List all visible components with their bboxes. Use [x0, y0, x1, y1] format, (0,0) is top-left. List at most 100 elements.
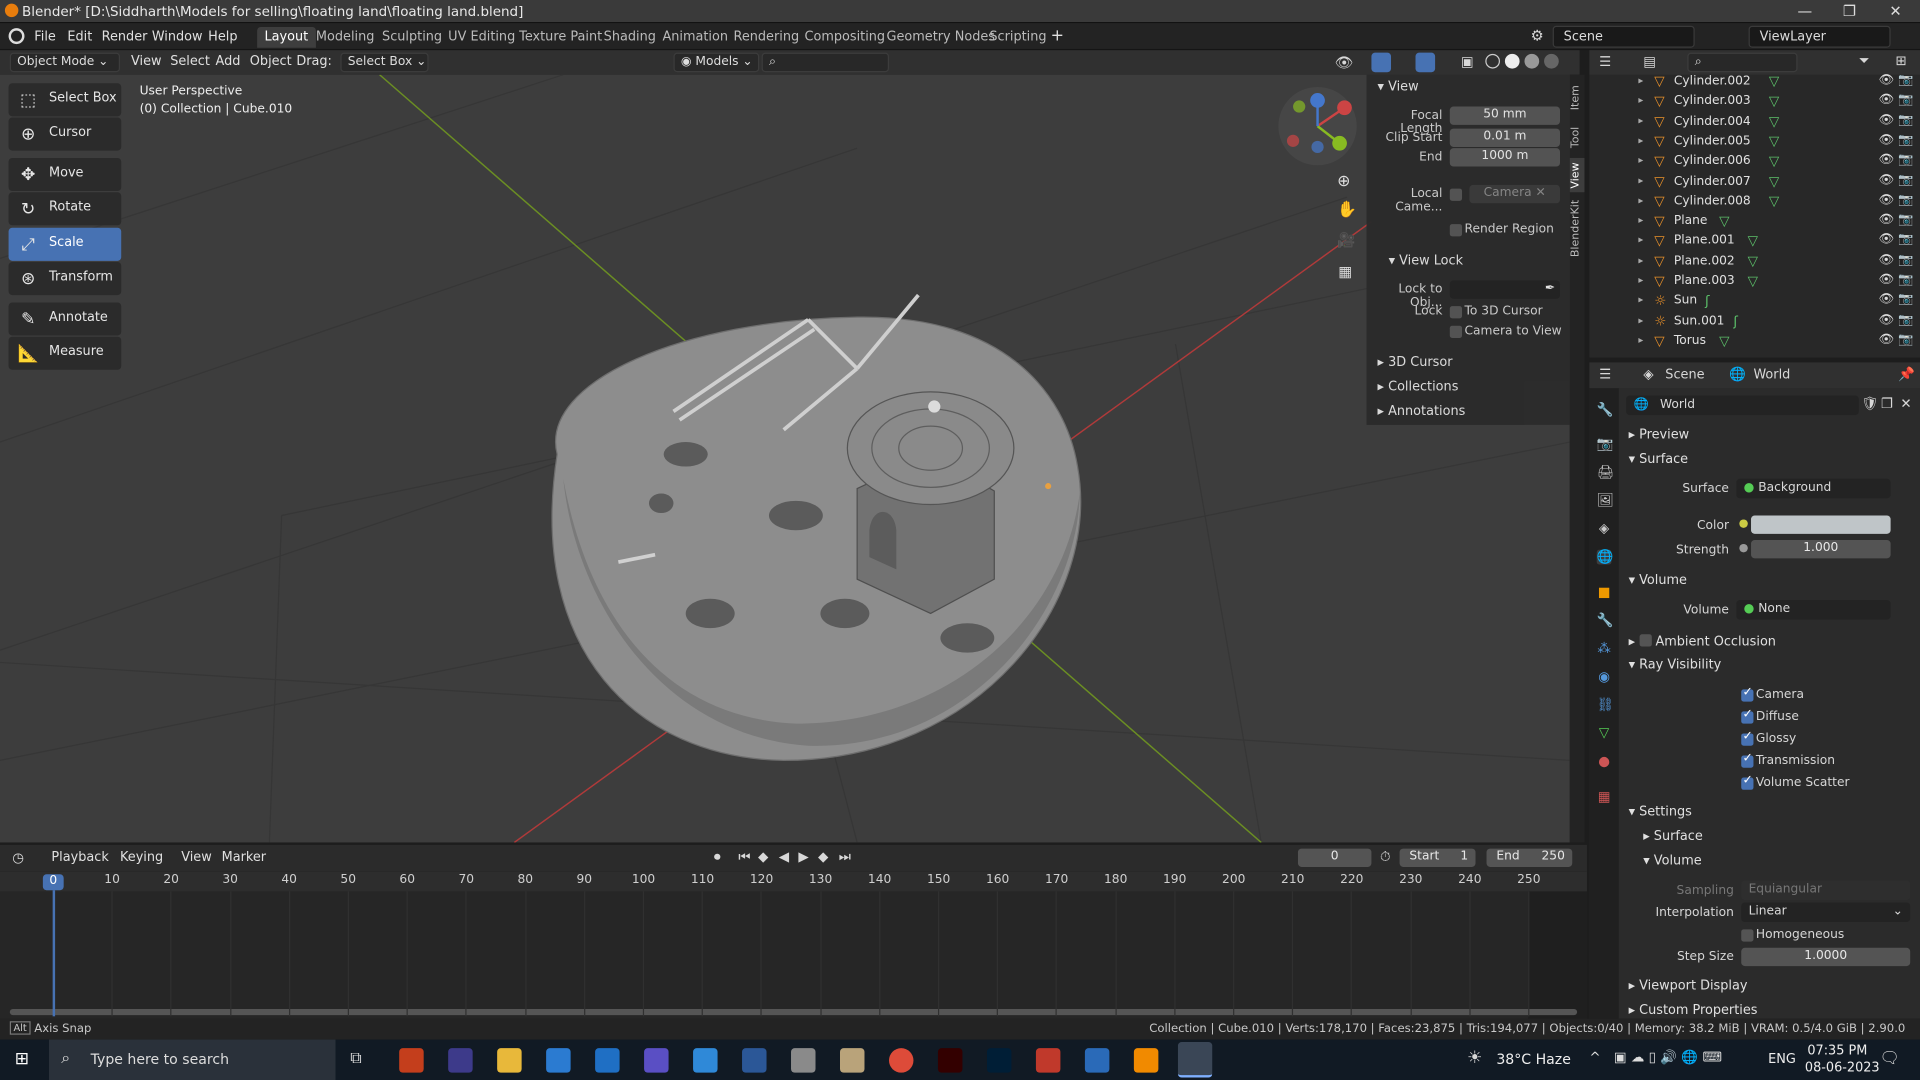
light-data-icon[interactable]: ʃ — [1733, 313, 1738, 329]
mesh-data-icon[interactable]: ▽ — [1769, 93, 1779, 109]
blender-taskbar-icon[interactable] — [1177, 1042, 1213, 1078]
fake-user-icon[interactable]: 🛡 — [1861, 396, 1878, 412]
tray-chevron-icon[interactable]: ^ — [1589, 1049, 1600, 1065]
display-mode-icon[interactable]: ▤ — [1643, 54, 1656, 70]
particles-icon[interactable]: ⁂ — [1597, 641, 1612, 657]
visibility-eye-icon[interactable]: 👁 — [1878, 73, 1894, 86]
menu-render[interactable]: Render — [102, 29, 148, 44]
render-camera-icon[interactable]: 📷 — [1898, 153, 1913, 166]
expand-arrow-icon[interactable]: ▸ — [1638, 314, 1643, 325]
illustrator-icon[interactable] — [937, 1048, 963, 1073]
render-camera-icon[interactable]: 📷 — [1898, 193, 1913, 206]
mesh-data-icon[interactable]: ▽ — [1748, 253, 1758, 269]
breadcrumb-world[interactable]: World — [1753, 367, 1790, 382]
render-camera-icon[interactable]: 📷 — [1898, 333, 1913, 346]
expand-arrow-icon[interactable]: ▸ — [1638, 115, 1643, 126]
blender-menu-icon[interactable] — [8, 28, 25, 45]
app-icon-7[interactable] — [693, 1048, 718, 1073]
ortho-grid-icon[interactable]: ▦ — [1338, 263, 1352, 280]
jump-end-icon[interactable]: ⏭ — [839, 849, 851, 866]
powerpoint-icon[interactable] — [399, 1048, 424, 1073]
file-explorer-icon[interactable] — [497, 1048, 522, 1073]
render-properties-icon[interactable]: 📷 — [1597, 437, 1614, 452]
timeline-menu-marker[interactable]: Marker — [222, 850, 266, 865]
clock-date[interactable]: 08-06-2023 — [1805, 1060, 1880, 1075]
tab-workspace-sculpting[interactable]: Sculpting — [375, 27, 450, 48]
outliner-row[interactable]: ▸ ▽ Plane.002 ▽ 👁 📷 — [1589, 253, 1920, 273]
expand-arrow-icon[interactable]: ▸ — [1638, 194, 1643, 205]
playhead-handle[interactable]: 0 — [42, 874, 64, 891]
sampling-dropdown[interactable]: Equiangular — [1741, 880, 1911, 900]
outliner-row[interactable]: ▸ ▽ Plane.001 ▽ 👁 📷 — [1589, 233, 1920, 253]
pin-icon[interactable]: 📌 — [1898, 366, 1915, 382]
physics-icon[interactable]: ◉ — [1597, 669, 1612, 685]
tab-workspace-shading[interactable]: Shading — [596, 27, 663, 48]
notifications-icon[interactable]: 🗨 — [1880, 1049, 1900, 1067]
to-3d-cursor-checkbox[interactable] — [1449, 306, 1463, 319]
expand-arrow-icon[interactable]: ▸ — [1638, 75, 1643, 86]
volume-panel[interactable]: ▾ Volume — [1629, 573, 1687, 588]
clear-camera-icon[interactable]: ✕ — [1536, 186, 1546, 199]
annotations-section[interactable]: ▸ Annotations — [1378, 404, 1466, 419]
visibility-eye-icon[interactable]: 👁 — [1878, 313, 1894, 326]
render-camera-icon[interactable]: 📷 — [1898, 73, 1913, 86]
render-camera-icon[interactable]: 📷 — [1898, 133, 1913, 146]
render-region-checkbox[interactable] — [1449, 224, 1463, 237]
expand-arrow-icon[interactable]: ▸ — [1638, 294, 1643, 305]
outliner-row[interactable]: ▸ ▽ Cylinder.004 ▽ 👁 📷 — [1589, 113, 1920, 133]
zoom-icon[interactable]: ⊕ — [1337, 173, 1350, 191]
ray-visibility-camera-checkbox[interactable] — [1741, 686, 1754, 702]
visibility-eye-icon[interactable]: 👁 — [1878, 133, 1894, 146]
expand-arrow-icon[interactable]: ▸ — [1638, 274, 1643, 285]
app-window-icon[interactable] — [546, 1048, 571, 1073]
tab-workspace-texture-paint[interactable]: Texture Paint — [512, 27, 610, 48]
3d-viewport[interactable]: User Perspective (0) Collection | Cube.0… — [0, 74, 1570, 843]
render-camera-icon[interactable]: 📷 — [1898, 113, 1913, 126]
render-camera-icon[interactable]: 📷 — [1898, 273, 1913, 286]
camera-to-view-checkbox[interactable] — [1449, 325, 1463, 338]
current-frame-field[interactable]: 0 — [1297, 848, 1372, 867]
outliner-row[interactable]: ▸ ▽ Cylinder.007 ▽ 👁 📷 — [1589, 173, 1920, 193]
visibility-eye-icon[interactable]: 👁 — [1878, 113, 1894, 126]
tool-properties-icon[interactable]: 🔧 — [1597, 402, 1614, 418]
add-workspace-icon[interactable]: + — [1051, 27, 1064, 45]
world-color-swatch[interactable] — [1751, 515, 1891, 534]
pan-hand-icon[interactable]: ✋ — [1337, 201, 1357, 219]
ray-visibility-diffuse-checkbox[interactable] — [1741, 708, 1754, 724]
maximize-icon[interactable]: ❐ — [1843, 2, 1856, 19]
visibility-eye-icon[interactable]: 👁 — [1878, 233, 1894, 246]
record-icon[interactable]: ⏺ — [714, 849, 721, 866]
mesh-data-icon[interactable]: ▽ — [1769, 73, 1779, 89]
custom-properties-panel[interactable]: ▸ Custom Properties — [1629, 1003, 1758, 1018]
interpolation-dropdown[interactable]: Linear ⌄ — [1741, 902, 1911, 923]
visibility-eye-icon[interactable]: 👁 — [1878, 93, 1894, 106]
outliner-row[interactable]: ▸ ▽ Torus ▽ 👁 📷 — [1589, 333, 1920, 353]
settings-volume-subpanel[interactable]: ▾ Volume — [1643, 853, 1701, 868]
render-camera-icon[interactable]: 📷 — [1898, 313, 1913, 326]
language-indicator[interactable]: ENG — [1768, 1052, 1796, 1067]
outliner-row[interactable]: ▸ ▽ Cylinder.006 ▽ 👁 📷 — [1589, 153, 1920, 173]
menu-edit[interactable]: Edit — [67, 29, 92, 44]
visibility-eye-icon[interactable]: 👁 — [1878, 293, 1894, 306]
filter-icon[interactable]: ⏷ — [1859, 53, 1870, 70]
visibility-eye-icon[interactable]: 👁 — [1878, 333, 1894, 346]
weather-text[interactable]: 38°C Haze — [1496, 1051, 1571, 1068]
visibility-eye-icon[interactable]: 👁 — [1878, 193, 1894, 206]
preview-panel[interactable]: ▸ Preview — [1629, 427, 1690, 442]
strength-field[interactable]: 1.000 — [1751, 540, 1891, 559]
world-properties-icon[interactable]: 🌐 — [1596, 549, 1614, 565]
mesh-data-icon[interactable]: ▽ — [1769, 113, 1779, 129]
expand-arrow-icon[interactable]: ▸ — [1638, 214, 1643, 225]
clip-end-field[interactable]: 1000 m — [1449, 148, 1560, 167]
v-app-icon[interactable] — [448, 1048, 473, 1073]
navigation-gizmo[interactable] — [1277, 86, 1358, 167]
material-icon[interactable]: ● — [1597, 754, 1612, 769]
eyedropper-icon[interactable]: ✒ — [1545, 282, 1555, 295]
shading-solid-icon[interactable] — [1504, 53, 1520, 69]
mesh-data-icon[interactable]: ▽ — [1748, 233, 1758, 249]
surface-panel[interactable]: ▾ Surface — [1629, 452, 1689, 467]
minimize-icon[interactable]: — — [1798, 2, 1813, 19]
xray-icon[interactable]: ▣ — [1461, 54, 1474, 70]
tool-measure[interactable]: 📐 Measure — [8, 336, 122, 370]
new-collection-icon[interactable]: ⊞ — [1896, 53, 1907, 69]
